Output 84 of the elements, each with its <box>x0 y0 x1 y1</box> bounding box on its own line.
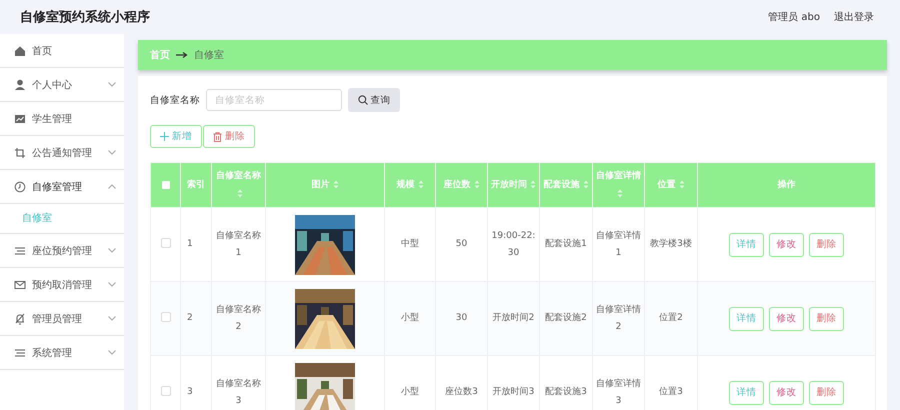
sort-icon <box>582 180 588 190</box>
sidebar-item[interactable]: 公告通知管理 <box>0 136 124 170</box>
app-title: 自修室预约系统小程序 <box>20 8 150 26</box>
table-cell: 开放时间2 <box>492 313 534 323</box>
detail-button[interactable]: 详情 <box>729 380 764 404</box>
user-name: 管理员 abo <box>768 11 820 24</box>
list-icon <box>14 244 26 256</box>
search-button[interactable]: 查询 <box>348 88 400 112</box>
row-checkbox[interactable] <box>160 238 170 248</box>
breadcrumb-link[interactable]: 自修室 <box>194 48 224 62</box>
table-cell: 19:00-22:30 <box>492 230 536 258</box>
table-cell: 1 <box>187 239 193 249</box>
sort-icon <box>332 180 338 190</box>
crop-icon <box>14 146 26 158</box>
plus-icon <box>160 132 169 141</box>
sort-icon <box>418 180 424 190</box>
sidebar-item[interactable]: 座位预约管理 <box>0 234 124 268</box>
row-checkbox[interactable] <box>160 386 170 396</box>
table-cell: 50 <box>456 239 468 249</box>
table-cell: 自修室名称2 <box>216 304 261 332</box>
select-all-checkbox[interactable] <box>162 180 170 188</box>
table-cell: 自修室详情1 <box>596 230 641 258</box>
mail-icon <box>14 278 26 290</box>
sort-icon <box>678 180 684 190</box>
sidebar-item[interactable]: 自修室管理 <box>0 170 124 204</box>
home-icon <box>14 44 26 56</box>
detail-button[interactable]: 详情 <box>729 306 764 330</box>
search-icon <box>358 95 368 105</box>
search-label: 自修室名称 <box>150 94 200 106</box>
sidebar-item[interactable]: 管理员管理 <box>0 302 124 336</box>
table-cell: 自修室名称1 <box>216 230 261 258</box>
delete-button[interactable]: 删除 <box>809 380 844 404</box>
delete-button[interactable]: 删除 <box>203 125 255 148</box>
edit-button[interactable]: 修改 <box>769 306 804 330</box>
sidebar-subitem[interactable]: 自修室 <box>0 204 124 234</box>
chevron-icon <box>108 184 116 189</box>
edit-button[interactable]: 修改 <box>769 232 804 256</box>
table-cell: 2 <box>187 313 193 323</box>
table-cell: 自修室名称3 <box>216 378 261 406</box>
sidebar-item[interactable]: 系统管理 <box>0 336 124 370</box>
table-cell: 30 <box>456 313 468 323</box>
search-field[interactable]: 自修室名称 <box>206 89 342 111</box>
sidebar-item[interactable]: 首页 <box>0 34 124 68</box>
edit-button[interactable]: 修改 <box>769 380 804 404</box>
table-cell: 中型 <box>401 239 419 249</box>
table-cell: 教学楼3楼 <box>650 239 692 249</box>
table-cell: 配套设施2 <box>545 313 587 323</box>
delete-button[interactable]: 删除 <box>809 232 844 256</box>
table-cell: 座位数3 <box>445 387 478 397</box>
table-cell: 位置3 <box>659 387 683 397</box>
table-cell: 小型 <box>401 313 419 323</box>
bell-icon <box>14 312 26 324</box>
table-cell: 自修室详情2 <box>596 304 641 332</box>
sidebar-item[interactable]: 预约取消管理 <box>0 268 124 302</box>
table-cell: 小型 <box>401 387 419 397</box>
chart-icon <box>14 112 26 124</box>
chevron-icon <box>108 150 116 155</box>
logout-link[interactable]: 退出登录 <box>834 10 874 24</box>
chevron-icon <box>108 282 116 287</box>
arrow-icon <box>176 51 188 59</box>
chevron-icon <box>108 316 116 321</box>
trash-icon <box>213 132 222 142</box>
table-cell: 自修室详情3 <box>596 378 641 406</box>
sidebar-item[interactable]: 学生管理 <box>0 102 124 136</box>
chevron-icon <box>108 248 116 253</box>
sort-icon <box>617 189 623 198</box>
sort-icon <box>474 180 480 190</box>
table-cell: 3 <box>187 387 193 397</box>
menu-icon <box>14 346 26 358</box>
chevron-icon <box>108 350 116 355</box>
table-cell: 配套设施1 <box>545 239 587 249</box>
clock-icon <box>14 180 26 192</box>
delete-button[interactable]: 删除 <box>809 306 844 330</box>
add-button[interactable]: 新增 <box>150 125 202 148</box>
person-icon <box>14 78 26 90</box>
table-cell: 开放时间3 <box>492 387 534 397</box>
detail-button[interactable]: 详情 <box>729 232 764 256</box>
sort-icon <box>530 180 536 190</box>
table-cell: 配套设施3 <box>545 387 587 397</box>
row-checkbox[interactable] <box>160 312 170 322</box>
sidebar-item[interactable]: 个人中心 <box>0 68 124 102</box>
chevron-icon <box>108 82 116 87</box>
sort-icon <box>237 189 243 198</box>
table-cell: 位置2 <box>659 313 683 323</box>
